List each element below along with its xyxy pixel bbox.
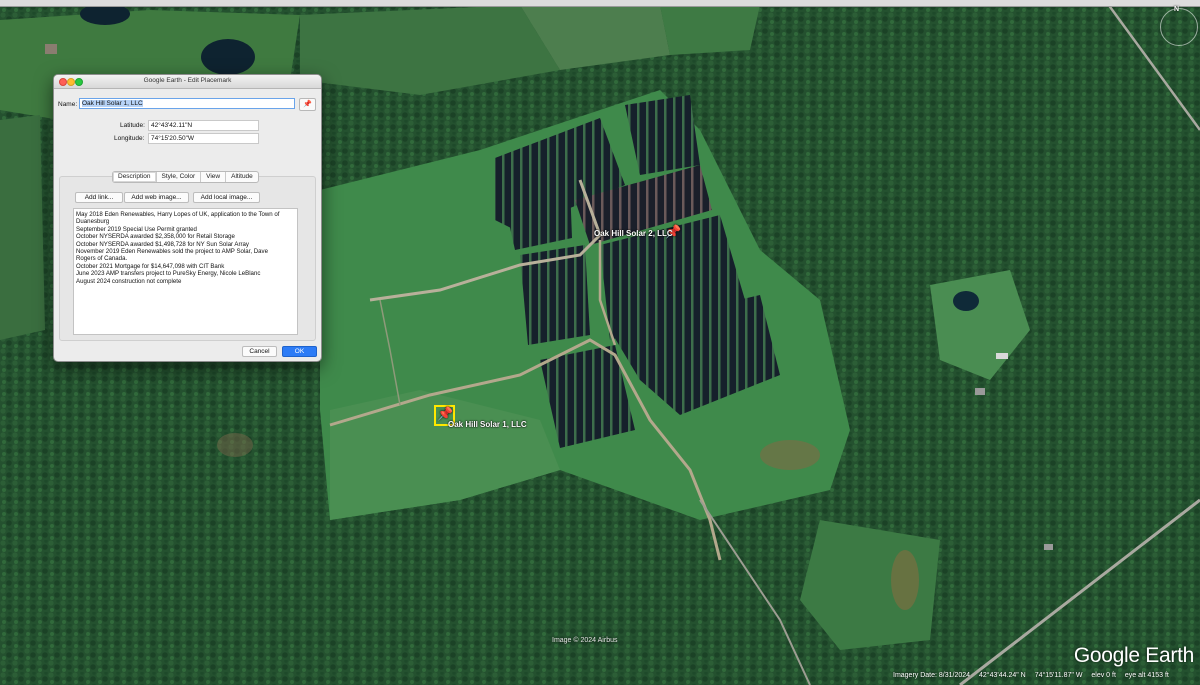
add-web-image-button[interactable]: Add web image... — [124, 192, 189, 203]
google-earth-logo: Google Earth — [1073, 644, 1194, 667]
tab-altitude[interactable]: Altitude — [226, 172, 258, 182]
navigation-compass[interactable] — [1160, 8, 1198, 46]
placemark-label-solar-2[interactable]: Oak Hill Solar 2, LLC — [594, 229, 673, 238]
edit-placemark-dialog: Google Earth - Edit Placemark Name: Oak … — [53, 74, 322, 362]
compass-north-label: N — [1174, 6, 1180, 13]
description-line: May 2018 Eden Renewables, Harry Lopes of… — [76, 211, 280, 218]
description-line: Rogers of Canada. — [76, 255, 128, 263]
status-eye-altitude: eye alt 4153 ft — [1124, 672, 1169, 679]
name-field-value: Oak Hill Solar 1, LLC — [82, 100, 143, 107]
tab-view[interactable]: View — [201, 172, 227, 182]
placemark-label-solar-1[interactable]: Oak Hill Solar 1, LLC — [448, 420, 527, 429]
description-line: June 2023 AMP transfers project to PureS… — [76, 270, 261, 278]
imagery-credit: Image © 2024 Airbus — [552, 637, 618, 644]
description-textarea[interactable]: May 2018 Eden Renewables, Harry Lopes of… — [73, 208, 298, 335]
tab-bar: Description Style, Color View Altitude — [112, 171, 259, 183]
name-label: Name: — [58, 101, 78, 108]
pushpin-icon: 📌 — [303, 101, 312, 108]
dialog-title: Google Earth - Edit Placemark — [143, 77, 232, 84]
description-line: November 2019 Eden Renewables sold the p… — [76, 248, 268, 256]
description-line: October NYSERDA awarded $2,358,000 for R… — [76, 233, 235, 241]
latitude-field[interactable]: 42°43'42.11"N — [148, 120, 259, 131]
ok-button[interactable]: OK — [282, 346, 317, 357]
cancel-button[interactable]: Cancel — [242, 346, 277, 357]
pushpin-icon[interactable]: 📌 — [437, 407, 453, 420]
longitude-field[interactable]: 74°15'20.50"W — [148, 133, 259, 144]
imagery-date: Imagery Date: 8/31/2024 — [893, 672, 971, 679]
tab-description[interactable]: Description — [113, 172, 157, 182]
add-link-button[interactable]: Add link... — [75, 192, 123, 203]
tab-style-color[interactable]: Style, Color — [157, 172, 202, 182]
description-line: October 2021 Mortgage for $14,647,098 wi… — [76, 262, 225, 270]
toolbar-strip — [0, 0, 1200, 7]
placemark-icon-button[interactable]: 📌 — [299, 98, 316, 111]
add-local-image-button[interactable]: Add local image... — [193, 192, 260, 203]
name-field[interactable]: Oak Hill Solar 1, LLC — [79, 98, 295, 109]
status-elevation: elev 0 ft — [1091, 672, 1116, 679]
description-line: September 2019 Special Use Permit grante… — [76, 225, 197, 233]
longitude-label: Longitude: — [114, 135, 145, 142]
dialog-titlebar[interactable]: Google Earth - Edit Placemark — [54, 75, 321, 89]
description-line: Duanesburg — [76, 218, 110, 226]
description-line: October NYSERDA awarded $1,498,728 for N… — [76, 240, 249, 248]
description-line: August 2024 construction not complete — [76, 277, 182, 285]
latitude-label: Latitude: — [120, 122, 145, 129]
status-latitude: 42°43'44.24" N — [979, 672, 1026, 679]
status-bar: Imagery Date: 8/31/2024 42°43'44.24" N 7… — [893, 672, 1200, 685]
status-longitude: 74°15'11.87" W — [1034, 672, 1083, 679]
